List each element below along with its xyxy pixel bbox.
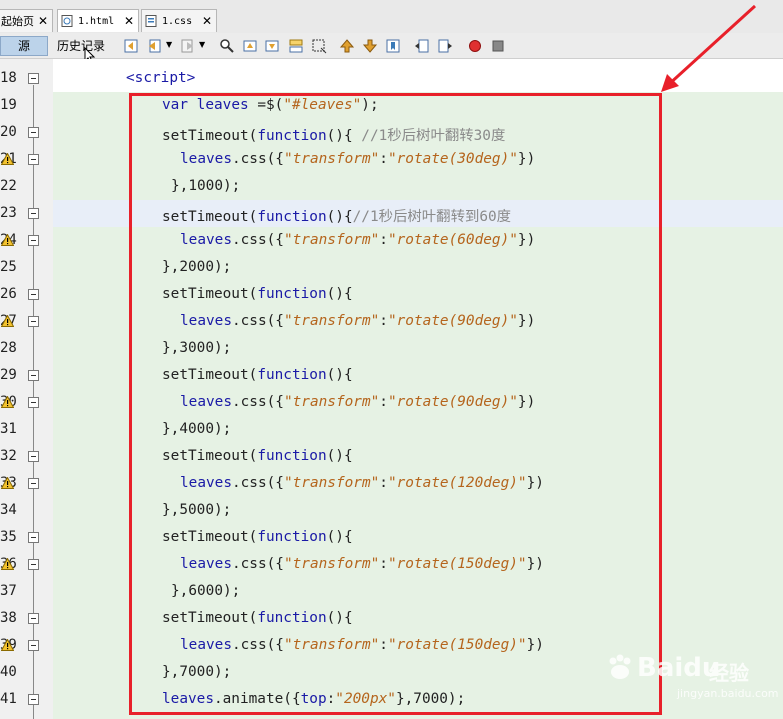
baidu-watermark: Baidu 经验 jingyan.baidu.com	[605, 649, 779, 709]
history-button[interactable]: 历史记录	[50, 36, 112, 56]
close-icon[interactable]: ✕	[38, 10, 48, 33]
fold-toggle-icon[interactable]	[28, 694, 39, 705]
baidu-paw-icon	[609, 654, 631, 679]
line-number: 35	[0, 529, 17, 545]
warning-icon[interactable]	[1, 153, 14, 165]
chevron-down-icon[interactable]: ▼	[166, 40, 172, 49]
line-number: 20	[0, 124, 17, 140]
close-icon[interactable]: ✕	[202, 10, 212, 33]
line-number: 37	[0, 583, 17, 599]
fold-toggle-icon[interactable]	[28, 127, 39, 138]
line-number: 26	[0, 286, 17, 302]
fold-toggle-icon[interactable]	[28, 532, 39, 543]
tab-1-html[interactable]: 1.html ✕	[57, 9, 139, 32]
find-icon[interactable]	[219, 38, 235, 54]
code-line[interactable]: <script>	[126, 70, 195, 86]
line-number: 41	[0, 691, 17, 707]
fold-toggle-icon[interactable]	[28, 73, 39, 84]
fold-toggle-icon[interactable]	[28, 370, 39, 381]
watermark-brand: Baidu	[637, 653, 721, 683]
tab-label: 1.css	[162, 16, 193, 27]
fold-toggle-icon[interactable]	[28, 208, 39, 219]
source-button[interactable]: 源	[0, 36, 48, 56]
warning-icon[interactable]	[1, 396, 14, 408]
shift-right-icon[interactable]	[437, 38, 453, 54]
fold-toggle-icon[interactable]	[28, 478, 39, 489]
warning-icon[interactable]	[1, 315, 14, 327]
line-number: 32	[0, 448, 17, 464]
line-number: 22	[0, 178, 17, 194]
line-number: 28	[0, 340, 17, 356]
line-number: 23	[0, 205, 17, 221]
watermark-cn: 经验	[709, 661, 749, 685]
html-file-icon	[61, 15, 73, 27]
warning-icon[interactable]	[1, 639, 14, 651]
forward-icon[interactable]	[179, 38, 195, 54]
fold-toggle-icon[interactable]	[28, 559, 39, 570]
toggle-bookmark-icon[interactable]	[385, 38, 401, 54]
fold-toggle-icon[interactable]	[28, 289, 39, 300]
css-file-icon	[145, 15, 157, 27]
line-number: 29	[0, 367, 17, 383]
toggle-highlight-icon[interactable]	[288, 38, 304, 54]
back-icon[interactable]	[147, 38, 163, 54]
previous-bookmark-icon[interactable]	[339, 38, 355, 54]
chevron-down-icon[interactable]: ▼	[199, 40, 205, 49]
tab-label: 1.html	[78, 16, 115, 27]
fold-toggle-icon[interactable]	[28, 397, 39, 408]
line-number: 25	[0, 259, 17, 275]
fold-toggle-icon[interactable]	[28, 613, 39, 624]
highlight-annotation-box	[129, 93, 662, 715]
stop-macro-recording-icon[interactable]	[490, 38, 506, 54]
tab-start-page[interactable]: 起始页 ✕	[0, 9, 53, 32]
line-number: 18	[0, 70, 17, 86]
fold-toggle-icon[interactable]	[28, 154, 39, 165]
fold-toggle-icon[interactable]	[28, 451, 39, 462]
line-number: 38	[0, 610, 17, 626]
watermark-url: jingyan.baidu.com	[677, 687, 779, 700]
find-next-icon[interactable]	[264, 38, 280, 54]
warning-icon[interactable]	[1, 234, 14, 246]
rectangular-selection-icon[interactable]	[311, 38, 327, 54]
next-bookmark-icon[interactable]	[362, 38, 378, 54]
line-number: 31	[0, 421, 17, 437]
warning-icon[interactable]	[1, 558, 14, 570]
fold-toggle-icon[interactable]	[28, 640, 39, 651]
line-number: 34	[0, 502, 17, 518]
annotation-arrow-icon	[661, 4, 757, 92]
shift-left-icon[interactable]	[414, 38, 430, 54]
find-previous-icon[interactable]	[242, 38, 258, 54]
warning-icon[interactable]	[1, 477, 14, 489]
close-icon[interactable]: ✕	[124, 10, 134, 33]
tab-1-css[interactable]: 1.css ✕	[141, 9, 217, 32]
line-number: 40	[0, 664, 17, 680]
fold-toggle-icon[interactable]	[28, 235, 39, 246]
start-macro-recording-icon[interactable]	[467, 38, 483, 54]
fold-toggle-icon[interactable]	[28, 316, 39, 327]
line-number: 19	[0, 97, 17, 113]
last-edit-icon[interactable]	[123, 38, 139, 54]
tab-label: 起始页	[1, 15, 34, 28]
